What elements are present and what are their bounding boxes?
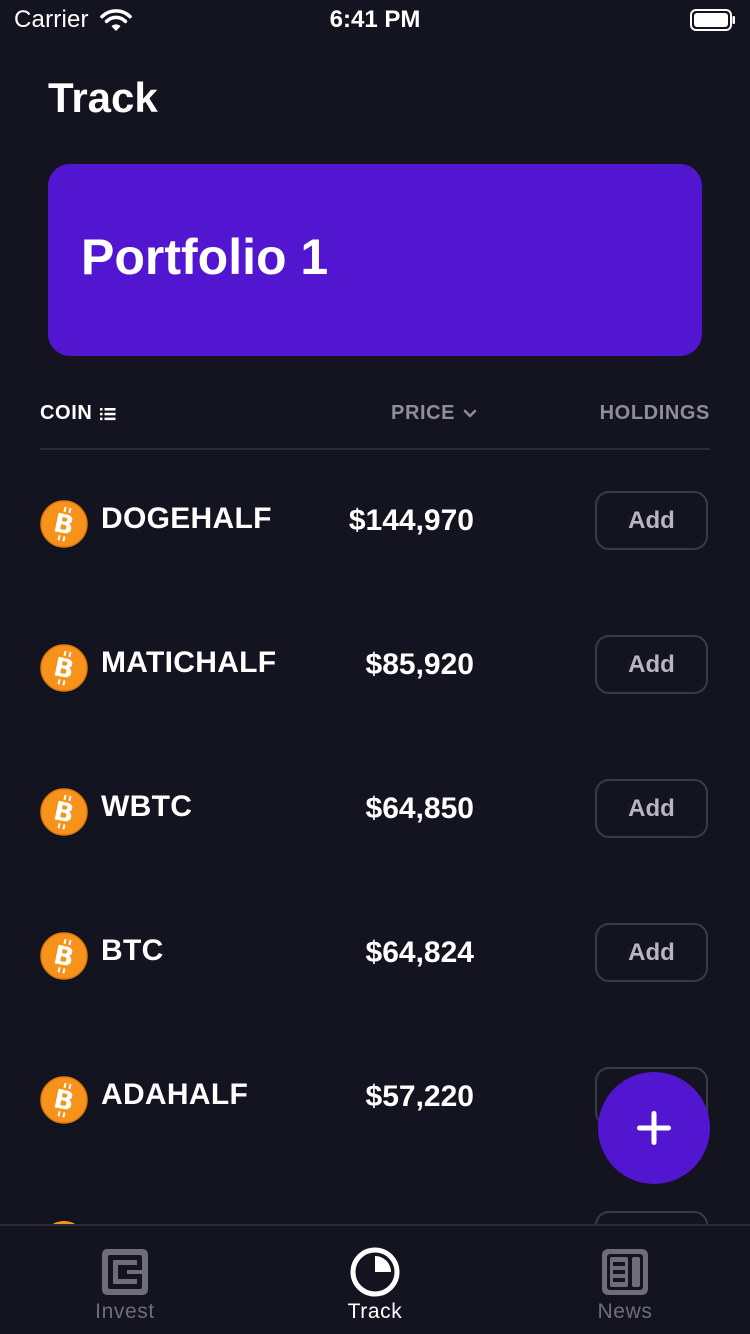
newspaper-icon xyxy=(602,1249,648,1295)
coin-price: $64,850 xyxy=(365,792,474,825)
coin-row[interactable]: B BTC $64,824 Add xyxy=(0,882,750,1026)
page-title: Track xyxy=(48,74,158,121)
coin-name: BTC xyxy=(101,934,164,967)
coin-name: MATICHALF xyxy=(101,646,277,679)
bitcoin-icon: B xyxy=(40,500,88,548)
add-holding-button[interactable]: Add xyxy=(595,923,708,982)
coin-price: $144,970 xyxy=(348,504,474,537)
bitcoin-icon: B xyxy=(40,1076,88,1124)
coin-name: WBTC xyxy=(101,790,193,823)
add-holding-button[interactable]: Add xyxy=(595,779,708,838)
tab-track-label: Track xyxy=(347,1300,403,1323)
status-time: 6:41 PM xyxy=(329,6,421,33)
column-header-coin-label: COIN xyxy=(40,402,93,424)
tab-bar: Invest Track News xyxy=(0,1224,750,1334)
coin-name: DOGEHALF xyxy=(101,502,272,535)
coin-price: $85,920 xyxy=(365,648,474,681)
list-icon xyxy=(100,407,116,420)
coin-row[interactable]: B MATICHALF $85,920 Add xyxy=(0,594,750,738)
tab-invest-label: Invest xyxy=(95,1300,155,1323)
pie-chart-icon xyxy=(350,1247,400,1297)
tab-invest[interactable]: Invest xyxy=(0,1226,250,1334)
add-holding-button[interactable] xyxy=(595,1211,708,1224)
portfolio-name: Portfolio 1 xyxy=(81,229,329,285)
column-header-price-label: PRICE xyxy=(391,402,456,424)
bitcoin-icon: B xyxy=(40,788,88,836)
chevron-down-icon xyxy=(463,409,477,417)
coin-price: $64,824 xyxy=(365,936,474,969)
tab-news[interactable]: News xyxy=(500,1226,750,1334)
tab-news-label: News xyxy=(597,1300,653,1323)
bitcoin-icon: B xyxy=(40,644,88,692)
status-bar: Carrier 6:41 PM xyxy=(0,0,750,40)
coin-name: ADAHALF xyxy=(101,1078,249,1111)
add-coin-fab[interactable] xyxy=(598,1072,710,1184)
column-header-coin[interactable]: COIN xyxy=(40,402,116,425)
add-holding-button[interactable]: Add xyxy=(595,491,708,550)
coin-row[interactable]: B DOGEHALF $144,970 Add xyxy=(0,450,750,594)
coin-row[interactable]: B WBTC $64,850 Add xyxy=(0,738,750,882)
column-header-price[interactable]: PRICE xyxy=(391,402,477,425)
battery-icon xyxy=(690,9,735,31)
plus-icon xyxy=(637,1111,671,1145)
add-holding-button[interactable]: Add xyxy=(595,635,708,694)
coin-price: $57,220 xyxy=(365,1080,474,1113)
portfolio-card[interactable]: Portfolio 1 xyxy=(48,164,702,356)
column-header-holdings[interactable]: HOLDINGS xyxy=(600,402,710,425)
wallet-icon xyxy=(102,1249,148,1295)
tab-track[interactable]: Track xyxy=(250,1226,500,1334)
bitcoin-icon: B xyxy=(40,932,88,980)
